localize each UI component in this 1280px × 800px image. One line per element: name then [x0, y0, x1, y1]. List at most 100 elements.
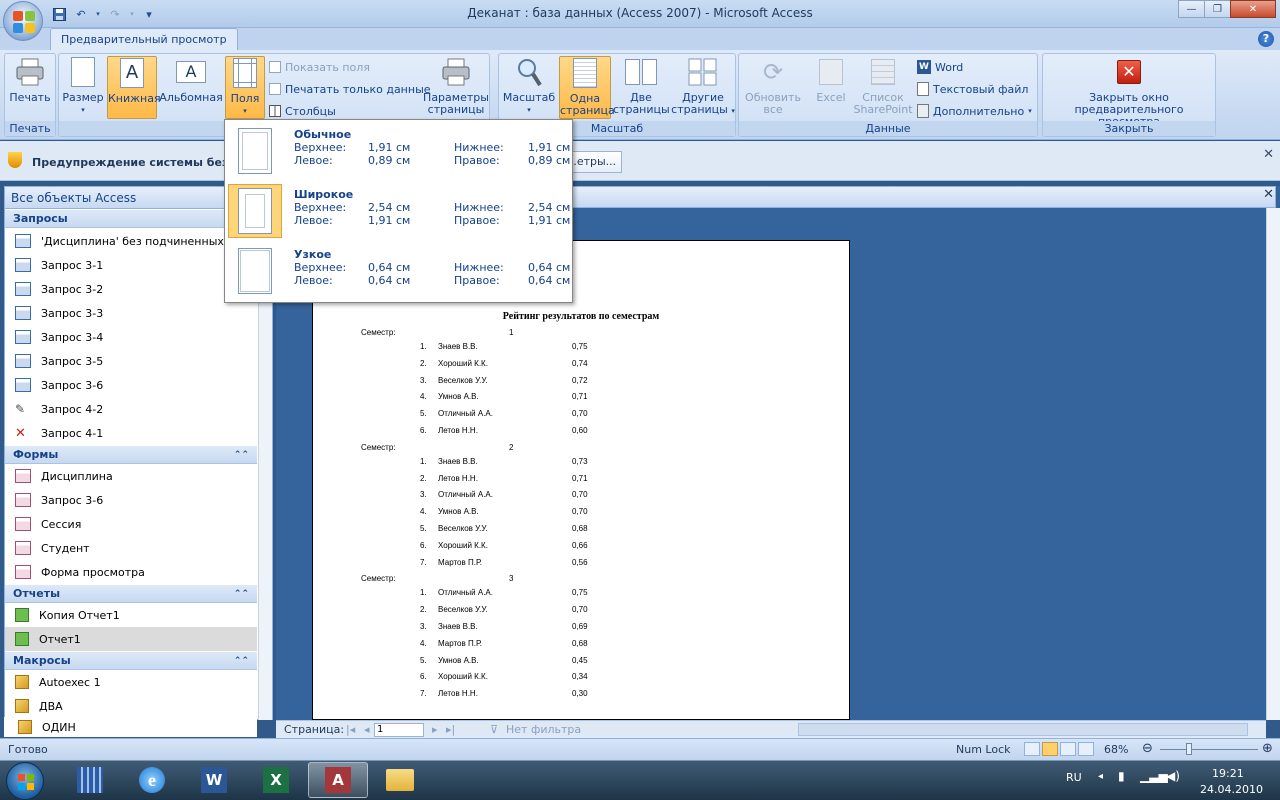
tray-arrow-icon[interactable]: ◂: [1098, 771, 1103, 782]
page-setup-button[interactable]: Параметры страницы: [423, 56, 489, 116]
nav-item-query[interactable]: Запрос 3-5: [5, 349, 257, 373]
nav-item-report-selected[interactable]: Отчет1: [5, 627, 257, 651]
nav-item-form[interactable]: Студент: [5, 536, 257, 560]
more-pages-button[interactable]: Другие страницы ▾: [671, 56, 735, 117]
report-cell-student-name: Веселков У.У.: [438, 524, 488, 533]
nav-section-reports[interactable]: Отчеты ⌃⌃: [5, 585, 257, 603]
nav-item-macro[interactable]: ДВА: [5, 694, 257, 718]
status-ready: Готово: [8, 743, 48, 756]
nav-item-report[interactable]: Копия Отчет1: [5, 603, 257, 627]
query-icon: [15, 282, 31, 296]
next-page-icon[interactable]: ▸: [432, 723, 438, 736]
nav-item-query[interactable]: ✕ Запрос 4-1: [5, 421, 257, 445]
nav-item-form[interactable]: Форма просмотра: [5, 560, 257, 584]
nav-item-form[interactable]: Дисциплина: [5, 464, 257, 488]
taskbar-app-access[interactable]: A: [308, 762, 368, 798]
taskbar-app-excel[interactable]: X: [246, 762, 306, 798]
power-icon[interactable]: ▮: [1118, 769, 1125, 783]
page-number-input[interactable]: 1: [374, 723, 424, 737]
nav-item-query[interactable]: ✎ Запрос 4-2: [5, 397, 257, 421]
last-page-icon[interactable]: ▸|: [446, 723, 455, 736]
nav-item-label: Autoexec 1: [39, 675, 101, 689]
design-view-icon[interactable]: [1078, 742, 1094, 756]
report-cell-rating: 0,74: [572, 358, 588, 368]
volume-icon[interactable]: ◀): [1166, 769, 1180, 783]
size-button[interactable]: Размер ▾: [61, 56, 105, 116]
language-indicator[interactable]: RU: [1066, 771, 1082, 784]
taskbar-app-library[interactable]: [60, 762, 120, 798]
report-cell-student-name: Хороший К.К.: [438, 672, 488, 682]
tray-date[interactable]: 24.04.2010: [1200, 783, 1263, 796]
refresh-all-button[interactable]: ⟳ Обновить все: [741, 56, 805, 116]
portrait-button[interactable]: A Книжная: [107, 56, 161, 119]
nav-item-query[interactable]: Запрос 3-6: [5, 373, 257, 397]
report-cell-rating: 0,60: [572, 426, 588, 435]
close-icon[interactable]: ✕: [1263, 187, 1274, 202]
print-data-only-checkbox[interactable]: Печатать только данные: [269, 80, 431, 98]
first-page-icon[interactable]: |◂: [346, 723, 355, 736]
more-export-button[interactable]: Дополнительно ▾: [917, 102, 1032, 120]
print-button[interactable]: Печать: [7, 56, 53, 104]
report-cell-rating: 0,70: [572, 507, 588, 517]
margin-option-narrow[interactable]: Узкое Верхнее: 0,64 см Нижнее: 0,64 см Л…: [226, 242, 571, 302]
zoom-button[interactable]: Масштаб ▾: [501, 56, 557, 116]
layout-view-icon[interactable]: [1060, 742, 1076, 756]
text-file-export-button[interactable]: Текстовый файл: [917, 80, 1028, 98]
nav-item-form[interactable]: Запрос 3-6: [5, 488, 257, 512]
one-page-button[interactable]: Одна страница: [559, 56, 615, 119]
nav-item-query[interactable]: Запрос 3-3: [5, 301, 257, 325]
sharepoint-list-button[interactable]: Список SharePoint: [853, 56, 913, 116]
close-preview-button[interactable]: ✕ Закрыть окно предварительного просмотр…: [1045, 56, 1213, 128]
vertical-scrollbar[interactable]: [1266, 208, 1280, 720]
show-margins-label: Показать поля: [285, 60, 370, 74]
margin-option-wide[interactable]: Широкое Верхнее: 2,54 см Нижнее: 2,54 см…: [226, 182, 571, 242]
report-cell-rank: 5.: [420, 655, 427, 665]
taskbar-app-word[interactable]: W: [184, 762, 244, 798]
show-margins-checkbox[interactable]: Показать поля: [269, 58, 370, 76]
restore-icon[interactable]: ❐: [1204, 0, 1231, 18]
margin-option-normal[interactable]: Обычное Верхнее: 1,91 см Нижнее: 1,91 см…: [226, 122, 571, 182]
nav-item-query[interactable]: 'Дисциплина' без подчиненных в: [5, 229, 257, 253]
margins-button[interactable]: Поля ▾: [225, 56, 265, 119]
zoom-slider[interactable]: [1160, 749, 1258, 750]
excel-export-button[interactable]: Excel: [809, 56, 853, 104]
minimize-icon[interactable]: —: [1178, 0, 1205, 18]
form-view-icon[interactable]: [1024, 742, 1040, 756]
nav-item-macro[interactable]: ОДИН: [4, 717, 257, 737]
nav-section-macros[interactable]: Макросы ⌃⌃: [5, 652, 257, 670]
access-icon: A: [325, 767, 351, 793]
nav-section-queries[interactable]: Запросы: [5, 210, 257, 228]
zoom-out-icon[interactable]: ⊖: [1142, 741, 1153, 756]
nav-item-form[interactable]: Сессия: [5, 512, 257, 536]
two-pages-button[interactable]: Две страницы: [613, 56, 670, 116]
nav-item-macro[interactable]: Autoexec 1: [5, 670, 257, 694]
nav-item-label: Запрос 3-6: [41, 493, 104, 507]
nav-item-query[interactable]: Запрос 3-1: [5, 253, 257, 277]
tab-print-preview[interactable]: Предварительный просмотр: [50, 28, 238, 50]
nav-item-query[interactable]: Запрос 3-2: [5, 277, 257, 301]
office-button[interactable]: [3, 1, 43, 41]
nav-item-label: Отчет1: [39, 632, 81, 646]
print-preview-view-icon[interactable]: [1042, 742, 1058, 756]
zoom-in-icon[interactable]: ⊕: [1262, 741, 1273, 756]
network-icon[interactable]: ▁▃▅: [1140, 769, 1168, 783]
help-icon[interactable]: ?: [1258, 31, 1274, 47]
report-cell-rank: 7.: [420, 557, 427, 567]
taskbar-app-ie[interactable]: e: [122, 762, 182, 798]
nav-item-query[interactable]: Запрос 3-4: [5, 325, 257, 349]
zoom-slider-thumb[interactable]: [1186, 743, 1192, 755]
close-icon[interactable]: ✕: [1230, 0, 1276, 18]
columns-button[interactable]: Столбцы: [269, 102, 336, 120]
word-label: Word: [935, 60, 964, 74]
horizontal-scroll-thumb[interactable]: [798, 723, 1248, 736]
prev-page-icon[interactable]: ◂: [364, 723, 370, 736]
macro-icon: [15, 699, 29, 713]
landscape-button[interactable]: A Альбомная: [159, 56, 223, 104]
taskbar-app-explorer[interactable]: [370, 762, 430, 798]
word-export-button[interactable]: W Word: [917, 58, 963, 76]
start-button[interactable]: [6, 762, 44, 800]
nav-section-forms[interactable]: Формы ⌃⌃: [5, 446, 257, 464]
no-filter-label[interactable]: Нет фильтра: [506, 723, 581, 736]
tray-time[interactable]: 19:21: [1212, 767, 1244, 780]
close-icon[interactable]: ✕: [1263, 147, 1274, 162]
